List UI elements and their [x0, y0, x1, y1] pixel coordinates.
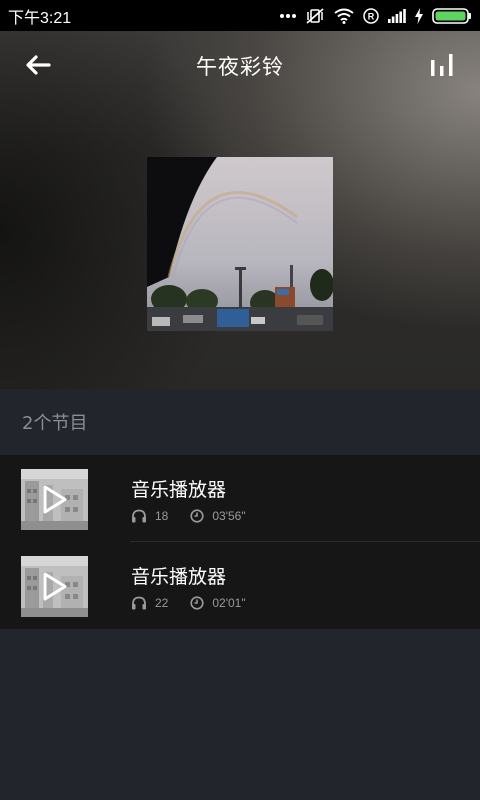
wifi-icon: [334, 8, 354, 24]
signal-icon: [388, 8, 406, 23]
hero-panel: 午夜彩铃: [0, 31, 480, 389]
program-thumbnail: [21, 556, 88, 617]
header: 午夜彩铃: [0, 31, 480, 101]
program-meta: 18 03'56": [131, 509, 246, 523]
status-bar: 下午3:21 R: [0, 0, 480, 31]
list-item[interactable]: 音乐播放器 22 02'01": [0, 542, 480, 629]
back-button[interactable]: [20, 51, 56, 83]
headphones-icon: [131, 596, 147, 610]
vibrate-off-icon: [305, 7, 325, 25]
program-thumbnail: [21, 469, 88, 530]
program-title: 音乐播放器: [131, 479, 227, 501]
play-count: 18: [155, 509, 169, 523]
status-icons: R: [280, 7, 472, 25]
program-count: 2个节目: [22, 413, 88, 434]
status-time: 下午3:21: [8, 9, 72, 27]
roaming-r-icon: R: [363, 7, 379, 24]
program-meta: 22 02'01": [131, 596, 246, 610]
more-dots-icon: [280, 13, 296, 19]
page-title: 午夜彩铃: [196, 55, 284, 79]
play-count: 22: [155, 596, 169, 610]
chart-button[interactable]: [424, 51, 460, 83]
headphones-icon: [131, 509, 147, 523]
svg-text:R: R: [368, 11, 375, 21]
duration: 03'56": [212, 509, 246, 523]
program-title: 音乐播放器: [131, 566, 227, 588]
cover-image: [147, 157, 333, 331]
battery-icon: [432, 7, 472, 24]
clock-icon: [190, 596, 204, 610]
arrow-left-icon: [25, 54, 51, 80]
program-list: 音乐播放器 18 03'56" 音乐播放器 22 02'01": [0, 455, 480, 629]
clock-icon: [190, 509, 204, 523]
section-header: 2个节目: [0, 389, 480, 455]
duration: 02'01": [212, 596, 246, 610]
charging-icon: [415, 7, 423, 24]
bar-chart-icon: [430, 54, 454, 80]
list-item[interactable]: 音乐播放器 18 03'56": [0, 455, 480, 542]
